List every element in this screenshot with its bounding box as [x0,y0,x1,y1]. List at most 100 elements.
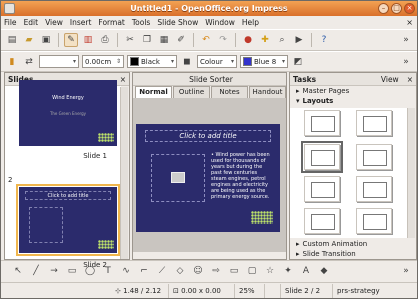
fill-color-select[interactable]: Blue 8 ▾ [240,55,288,68]
navigator-icon[interactable]: ✚ [258,33,272,47]
undo-icon[interactable]: ↶ [199,33,213,47]
tasks-pane: Tasks View × ▸ Master Pages ▾ Layouts ▸ Custo… [289,72,417,260]
line-width-field[interactable]: 0.00cm ⇕ [82,55,124,68]
line-tool-icon[interactable]: ╱ [29,264,43,278]
menu-format[interactable]: Format [98,18,124,27]
slide-transition-section[interactable]: ▸ Slide Transition [290,249,416,259]
body-text[interactable]: • Wind power has been used for thousands… [211,152,273,200]
line-style-icon[interactable]: ⟋ [155,264,169,278]
layout-item[interactable] [301,141,343,173]
print-icon[interactable]: ⎙ [98,33,112,47]
slide-sorter-header[interactable]: Slide Sorter [189,75,233,84]
clone-format-icon[interactable]: ✐ [174,33,188,47]
redo-icon[interactable]: ↷ [216,33,230,47]
paste-icon[interactable]: ▦ [157,33,171,47]
arrow-style-icon[interactable]: ⇄ [22,55,36,69]
menu-slide-show[interactable]: Slide Show [157,18,198,27]
save-icon[interactable]: ▣ [39,33,53,47]
layout-item[interactable] [356,208,392,234]
help-icon[interactable]: ? [317,33,331,47]
slide-1-title: Wind Energy [52,95,84,101]
menu-insert[interactable]: Insert [70,18,92,27]
custom-animation-section[interactable]: ▸ Custom Animation [290,239,416,249]
close-button[interactable]: × [404,3,415,14]
menu-tools[interactable]: Tools [132,18,150,27]
effects-icon[interactable]: ✦ [281,264,295,278]
callouts-icon[interactable]: ▢ [245,264,259,278]
layouts-scrollbar[interactable] [407,108,415,238]
area-icon[interactable]: ◼ [180,55,194,69]
shadow-icon[interactable]: ◩ [291,55,305,69]
export-pdf-icon[interactable]: ▥ [81,33,95,47]
layout-item[interactable] [304,176,340,202]
arrow-line-icon[interactable]: → [47,264,61,278]
toolbar-separator [117,33,118,47]
menu-view[interactable]: View [45,18,63,27]
copy-icon[interactable]: ❐ [140,33,154,47]
slide-thumbnail-1[interactable]: Wind Energy The Green Energy [19,80,117,146]
menu-window[interactable]: Window [205,18,235,27]
layout-item[interactable] [304,110,340,136]
object-placeholder[interactable] [151,154,205,202]
layout-item[interactable] [356,110,392,136]
slides-pane-close[interactable]: × [120,75,126,84]
zoom-icon[interactable]: ⌕ [275,33,289,47]
tab-outline[interactable]: Outline [173,86,210,98]
3d-objects-icon[interactable]: ◆ [317,264,331,278]
menu-edit[interactable]: Edit [24,18,39,27]
menu-file[interactable]: File [4,18,17,27]
zoom-level[interactable]: 25% [235,284,265,298]
connector-icon[interactable]: ⌐ [137,264,151,278]
curve-icon[interactable]: ∿ [119,264,133,278]
current-slide[interactable]: Click to add title • Wind power has been… [136,124,280,232]
standard-toolbar: ▤ ▰ ▣ ✎ ▥ ⎙ ✂ ❐ ▦ ✐ ↶ ↷ ● ✚ ⌕ ▶ ? » [1,29,417,51]
maximize-button[interactable]: □ [391,3,402,14]
toolbar2-options-icon[interactable]: » [399,55,413,69]
rectangle-icon[interactable]: ▭ [65,264,79,278]
drawbar-options-icon[interactable]: » [399,264,413,278]
flowchart-icon[interactable]: ▭ [227,264,241,278]
chart-icon[interactable]: ● [241,33,255,47]
text-icon[interactable]: T [101,264,115,278]
line-icon[interactable]: ▮ [5,55,19,69]
slide-thumbnail-2[interactable]: Click to add title [16,184,120,256]
line-style-select[interactable]: ▾ [39,55,79,68]
tab-notes[interactable]: Notes [211,86,248,98]
select-arrow-icon[interactable]: ↖ [11,264,25,278]
edit-file-icon[interactable]: ✎ [64,33,78,47]
layout-item[interactable] [356,176,392,202]
fill-color-swatch [243,57,252,66]
block-arrows-icon[interactable]: ⇨ [209,264,223,278]
layouts-grid [290,108,408,238]
basic-shapes-icon[interactable]: ◇ [173,264,187,278]
app-icon[interactable] [4,3,15,14]
tab-normal[interactable]: Normal [135,86,172,98]
stars-icon[interactable]: ☆ [263,264,277,278]
line-fill-toolbar: ▮ ⇄ ▾ 0.00cm ⇕ Black ▾ ◼ Colour ▾ Blue 8 ▾ ◩… [1,51,417,72]
master-pages-section[interactable]: ▸ Master Pages [290,86,416,96]
cut-icon[interactable]: ✂ [123,33,137,47]
fontwork-icon[interactable]: A [299,264,313,278]
layouts-section[interactable]: ▾ Layouts [290,96,416,106]
open-folder-icon[interactable]: ▰ [22,33,36,47]
minimize-button[interactable]: – [378,3,389,14]
slides-scrollbar[interactable] [120,87,128,259]
drawing-toolbar: ↖ ╱ → ▭ ◯ T ∿ ⌐ ⟋ ◇ ☺ ⇨ ▭ ▢ ☆ ✦ A ◆ » [1,260,417,281]
symbol-shapes-icon[interactable]: ☺ [191,264,205,278]
tasks-close[interactable]: × [407,75,413,84]
layout-item[interactable] [356,144,392,170]
close-document-button[interactable]: × [406,18,413,27]
slide-list: Wind Energy The Green Energy Slide 1 2 C… [5,80,121,269]
master-template-name: prs-strategy [337,287,380,295]
title-placeholder[interactable]: Click to add title [145,130,271,142]
line-color-select[interactable]: Black ▾ [127,55,177,68]
fill-type-select[interactable]: Colour ▾ [197,55,237,68]
tab-handout[interactable]: Handout [249,86,286,98]
menu-help[interactable]: Help [242,18,259,27]
ellipse-icon[interactable]: ◯ [83,264,97,278]
slide-show-icon[interactable]: ▶ [292,33,306,47]
layout-item[interactable] [304,208,340,234]
new-document-icon[interactable]: ▤ [5,33,19,47]
toolbar-options-icon[interactable]: » [399,33,413,47]
tasks-view-menu[interactable]: View [381,75,399,84]
